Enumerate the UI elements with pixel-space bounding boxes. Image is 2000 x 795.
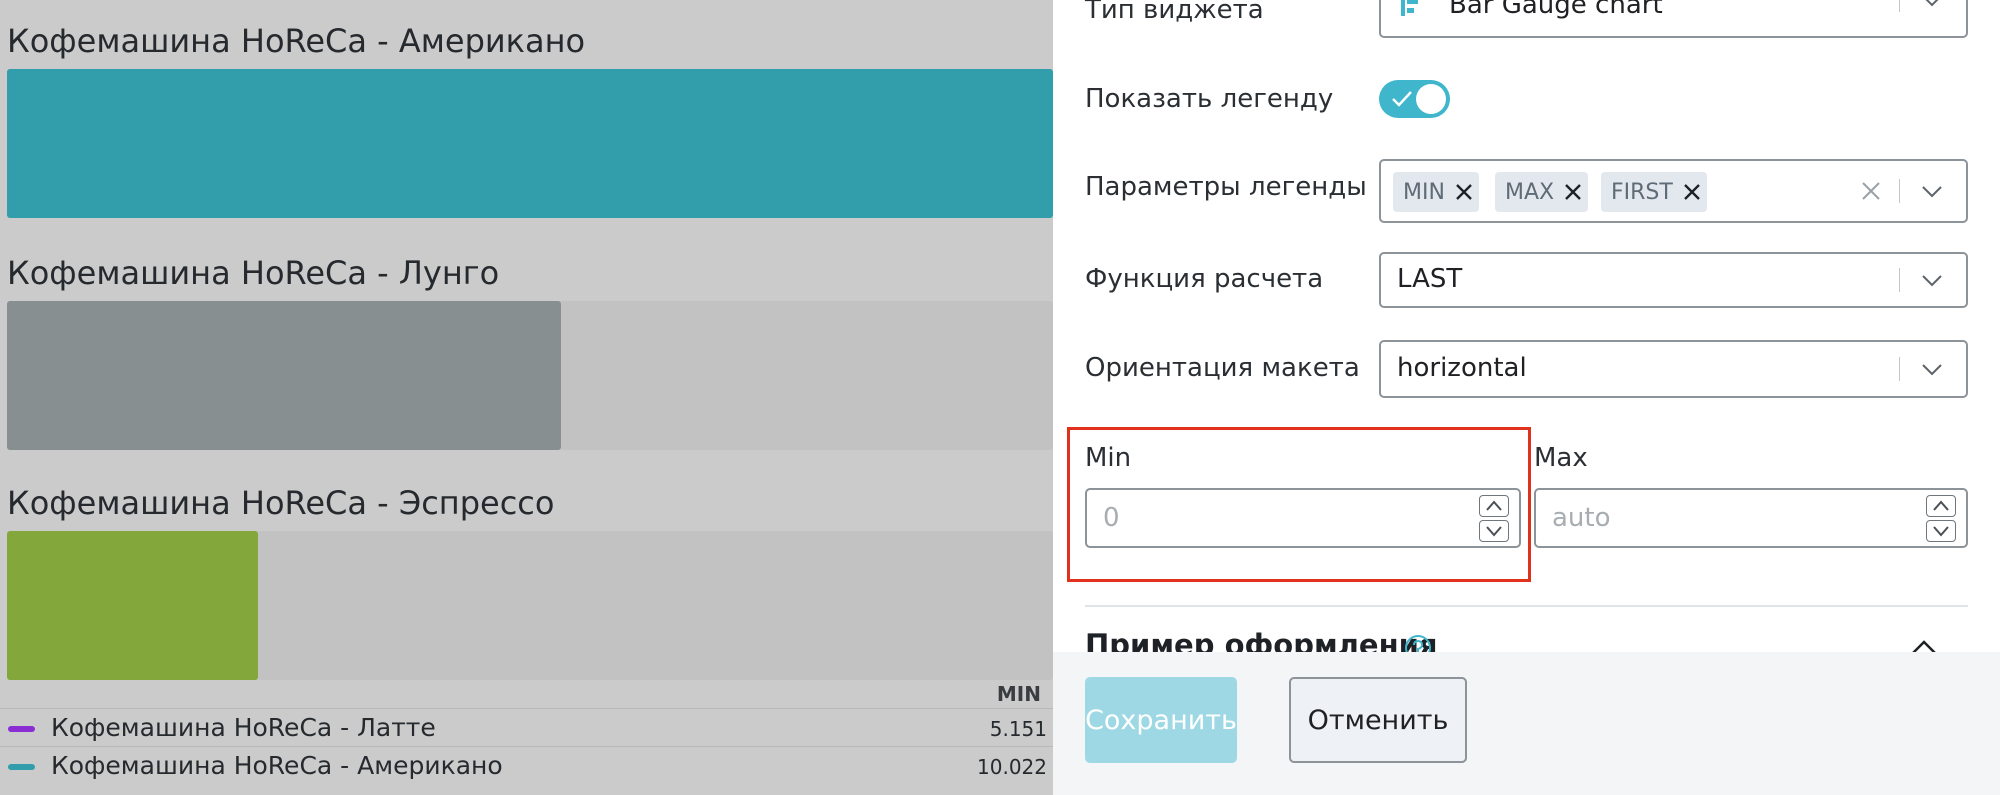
select-separator	[1899, 179, 1900, 203]
layout-orientation-select[interactable]: horizontal	[1379, 340, 1968, 398]
legend-column-min: MIN	[996, 682, 1041, 706]
chevron-down-icon[interactable]	[1920, 179, 1944, 203]
layout-orientation-value: horizontal	[1397, 353, 1527, 383]
legend-row[interactable]: Кофемашина HoReCa - Американо 10.022	[0, 746, 1053, 784]
calc-function-value: LAST	[1397, 264, 1463, 294]
gauge-title-espresso: Кофемашина HoReCa - Эспрессо	[7, 484, 555, 522]
legend-min-value: 5.151	[989, 717, 1047, 741]
show-legend-toggle[interactable]	[1379, 80, 1450, 118]
gauge-track-americano	[7, 69, 1053, 218]
remove-tag-icon[interactable]	[1558, 177, 1588, 207]
gauge-bar-lungo	[7, 301, 562, 450]
decrement-button[interactable]	[1926, 520, 1956, 542]
chevron-up-icon	[1933, 500, 1949, 511]
gauge-bar-espresso	[7, 531, 259, 680]
legend-params-multiselect[interactable]: MIN MAX FIRST	[1379, 159, 1968, 223]
legend-swatch	[8, 726, 35, 732]
remove-tag-icon[interactable]	[1449, 177, 1479, 207]
gauge-bar-americano	[7, 69, 1053, 218]
min-field-highlight	[1067, 427, 1531, 582]
bar-gauge-icon	[1401, 0, 1418, 16]
gauge-title-lungo: Кофемашина HoReCa - Лунго	[7, 254, 500, 292]
calc-function-select[interactable]: LAST	[1379, 252, 1968, 308]
select-separator	[1899, 0, 1900, 12]
clear-all-icon[interactable]	[1860, 180, 1882, 202]
legend-row[interactable]: Кофемашина HoReCa - Латте 5.151	[0, 708, 1053, 746]
legend-tag-first: FIRST	[1601, 172, 1707, 212]
legend-params-label: Параметры легенды	[1085, 172, 1367, 202]
chevron-down-icon[interactable]	[1920, 0, 1944, 12]
section-divider	[1085, 605, 1968, 607]
bar-gauge-chart-preview: Кофемашина HoReCa - Американо Кофемашина…	[0, 0, 1053, 795]
tag-label: MIN	[1403, 179, 1445, 205]
legend-series-name: Кофемашина HoReCa - Американо	[51, 751, 503, 780]
calc-function-label: Функция расчета	[1085, 264, 1324, 294]
legend-tag-max: MAX	[1495, 172, 1589, 212]
widget-type-label: Тип виджета	[1085, 0, 1264, 25]
chevron-down-icon	[1933, 526, 1949, 537]
widget-type-value: Bar Gauge chart	[1449, 0, 1663, 20]
max-input[interactable]	[1552, 498, 1872, 538]
show-legend-label: Показать легенду	[1085, 84, 1334, 114]
increment-button[interactable]	[1926, 495, 1956, 517]
remove-tag-icon[interactable]	[1677, 177, 1707, 207]
chevron-down-icon[interactable]	[1920, 357, 1944, 381]
gauge-title-americano: Кофемашина HoReCa - Американо	[7, 22, 586, 60]
check-icon	[1392, 91, 1412, 107]
gauge-track-espresso	[7, 531, 1053, 680]
max-input-wrapper	[1534, 488, 1968, 548]
tag-label: MAX	[1505, 179, 1555, 205]
chevron-down-icon[interactable]	[1920, 268, 1944, 292]
layout-orientation-label: Ориентация макета	[1085, 353, 1360, 383]
legend-series-name: Кофемашина HoReCa - Латте	[51, 713, 436, 742]
panel-footer: Сохранить Отменить	[1053, 652, 2000, 795]
widget-type-select[interactable]: Bar Gauge chart	[1379, 0, 1968, 38]
cancel-button[interactable]: Отменить	[1289, 677, 1467, 763]
legend-tag-min: MIN	[1393, 172, 1479, 212]
widget-settings-panel: Тип виджета Bar Gauge chart Показать лег…	[1053, 0, 2000, 795]
toggle-knob	[1416, 84, 1446, 114]
select-separator	[1899, 357, 1900, 381]
select-separator	[1899, 268, 1900, 292]
legend-min-value: 10.022	[977, 755, 1047, 779]
tag-label: FIRST	[1611, 179, 1673, 205]
gauge-track-lungo	[7, 301, 1053, 450]
save-button[interactable]: Сохранить	[1085, 677, 1237, 763]
legend-swatch	[8, 764, 35, 770]
max-label: Max	[1534, 443, 1588, 473]
